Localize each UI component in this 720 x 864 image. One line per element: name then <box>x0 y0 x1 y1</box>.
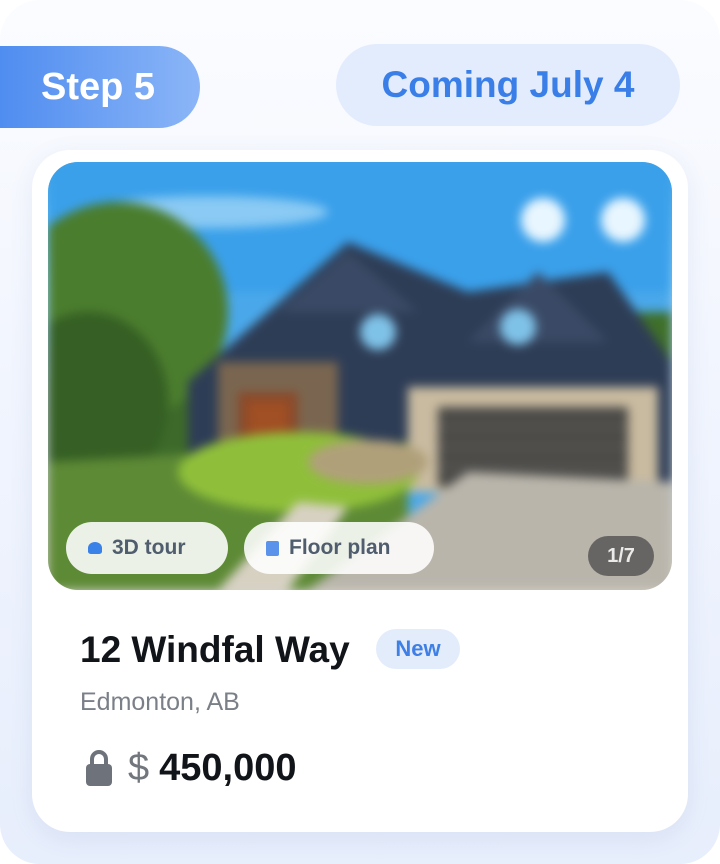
listing-preview-panel: Step 5 Coming July 4 3D tour Floor plan … <box>0 0 720 864</box>
coming-date-pill: Coming July 4 <box>336 44 680 126</box>
cube-icon <box>88 542 102 554</box>
new-badge-label: New <box>395 636 441 661</box>
step-badge: Step 5 <box>0 46 200 128</box>
price-row: $ 450,000 <box>84 744 297 792</box>
floor-plan-label: Floor plan <box>289 536 391 559</box>
step-label: Step 5 <box>41 65 156 108</box>
price-amount: 450,000 <box>159 747 297 789</box>
3d-tour-label: 3D tour <box>112 536 186 559</box>
floor-plan-chip[interactable]: Floor plan <box>244 522 434 574</box>
listing-address: 12 Windfal Way <box>80 629 350 670</box>
floor-plan-icon <box>266 540 279 556</box>
3d-tour-chip[interactable]: 3D tour <box>66 522 228 574</box>
coming-date-label: Coming July 4 <box>381 64 635 105</box>
photo-counter-label: 1/7 <box>607 544 635 567</box>
new-badge: New <box>376 629 460 669</box>
photo-counter: 1/7 <box>588 536 654 576</box>
lock-icon <box>86 750 112 786</box>
price-currency: $ <box>128 747 150 789</box>
listing-location: Edmonton, AB <box>80 688 240 716</box>
